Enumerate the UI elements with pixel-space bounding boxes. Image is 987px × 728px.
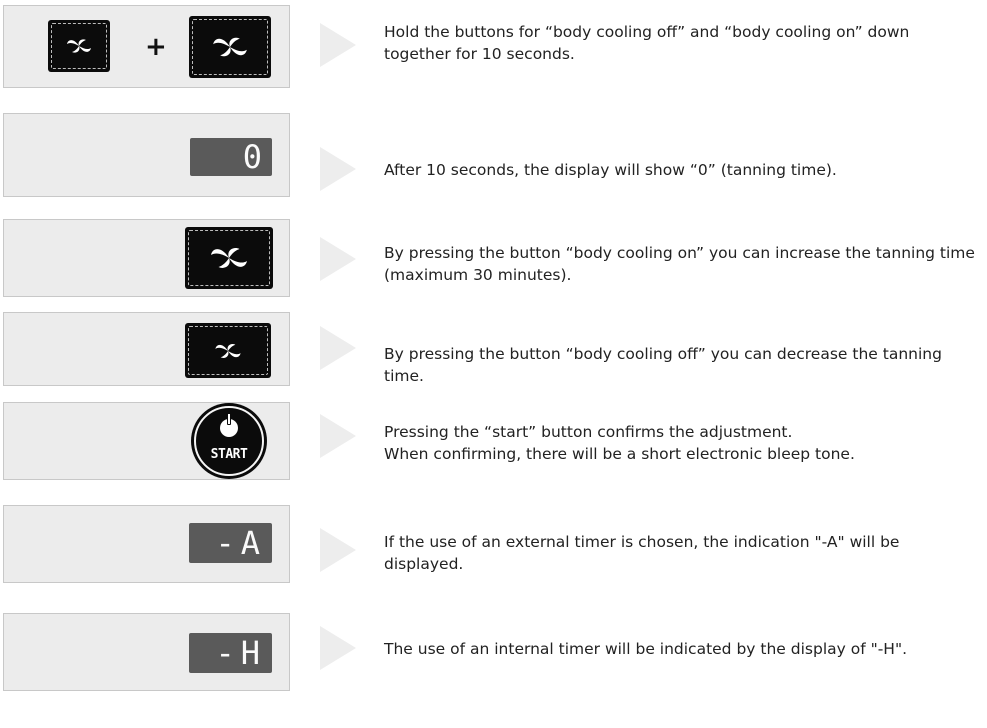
step-5-text: Pressing the “start” button confirms the… (384, 421, 979, 465)
plus-sign: + (145, 32, 167, 62)
step-7-panel: -H (3, 613, 290, 691)
step-3-text: By pressing the button “body cooling on”… (384, 244, 975, 284)
arrow-icon (320, 414, 356, 458)
step-7-text: The use of an internal timer will be ind… (384, 640, 908, 658)
body-cooling-on-button[interactable] (185, 227, 273, 289)
arrow-icon (320, 326, 356, 370)
step-5-panel: START (3, 402, 290, 480)
start-label: START (210, 447, 248, 462)
arrow-icon (320, 23, 356, 67)
body-cooling-on-button[interactable] (189, 16, 271, 78)
step-4-panel (3, 312, 290, 386)
step-1-panel: + (3, 5, 290, 88)
arrow-icon (320, 237, 356, 281)
fan-large-icon (211, 248, 247, 268)
step-6-panel: -A (3, 505, 290, 583)
power-icon (220, 413, 238, 437)
fan-small-icon (67, 39, 91, 53)
start-button[interactable]: START (191, 403, 267, 479)
step-2-panel: 0 (3, 113, 290, 197)
step-5-line-2: When confirming, there will be a short e… (384, 445, 855, 463)
arrow-icon (320, 528, 356, 572)
fan-small-icon (215, 343, 241, 358)
step-3-panel (3, 219, 290, 297)
arrow-icon (320, 147, 356, 191)
step-1-text: Hold the buttons for “body cooling off” … (384, 23, 910, 63)
body-cooling-off-button[interactable] (48, 20, 110, 72)
segment-display: 0 (190, 138, 272, 176)
step-2-text: After 10 seconds, the display will show … (384, 161, 837, 179)
body-cooling-off-button[interactable] (185, 323, 271, 378)
step-6-text: If the use of an external timer is chose… (384, 533, 900, 573)
step-4-text: By pressing the button “body cooling off… (384, 345, 942, 385)
step-5-line-1: Pressing the “start” button confirms the… (384, 423, 793, 441)
segment-display: -H (189, 633, 272, 673)
arrow-icon (320, 626, 356, 670)
segment-display: -A (189, 523, 272, 563)
fan-large-icon (213, 37, 247, 57)
